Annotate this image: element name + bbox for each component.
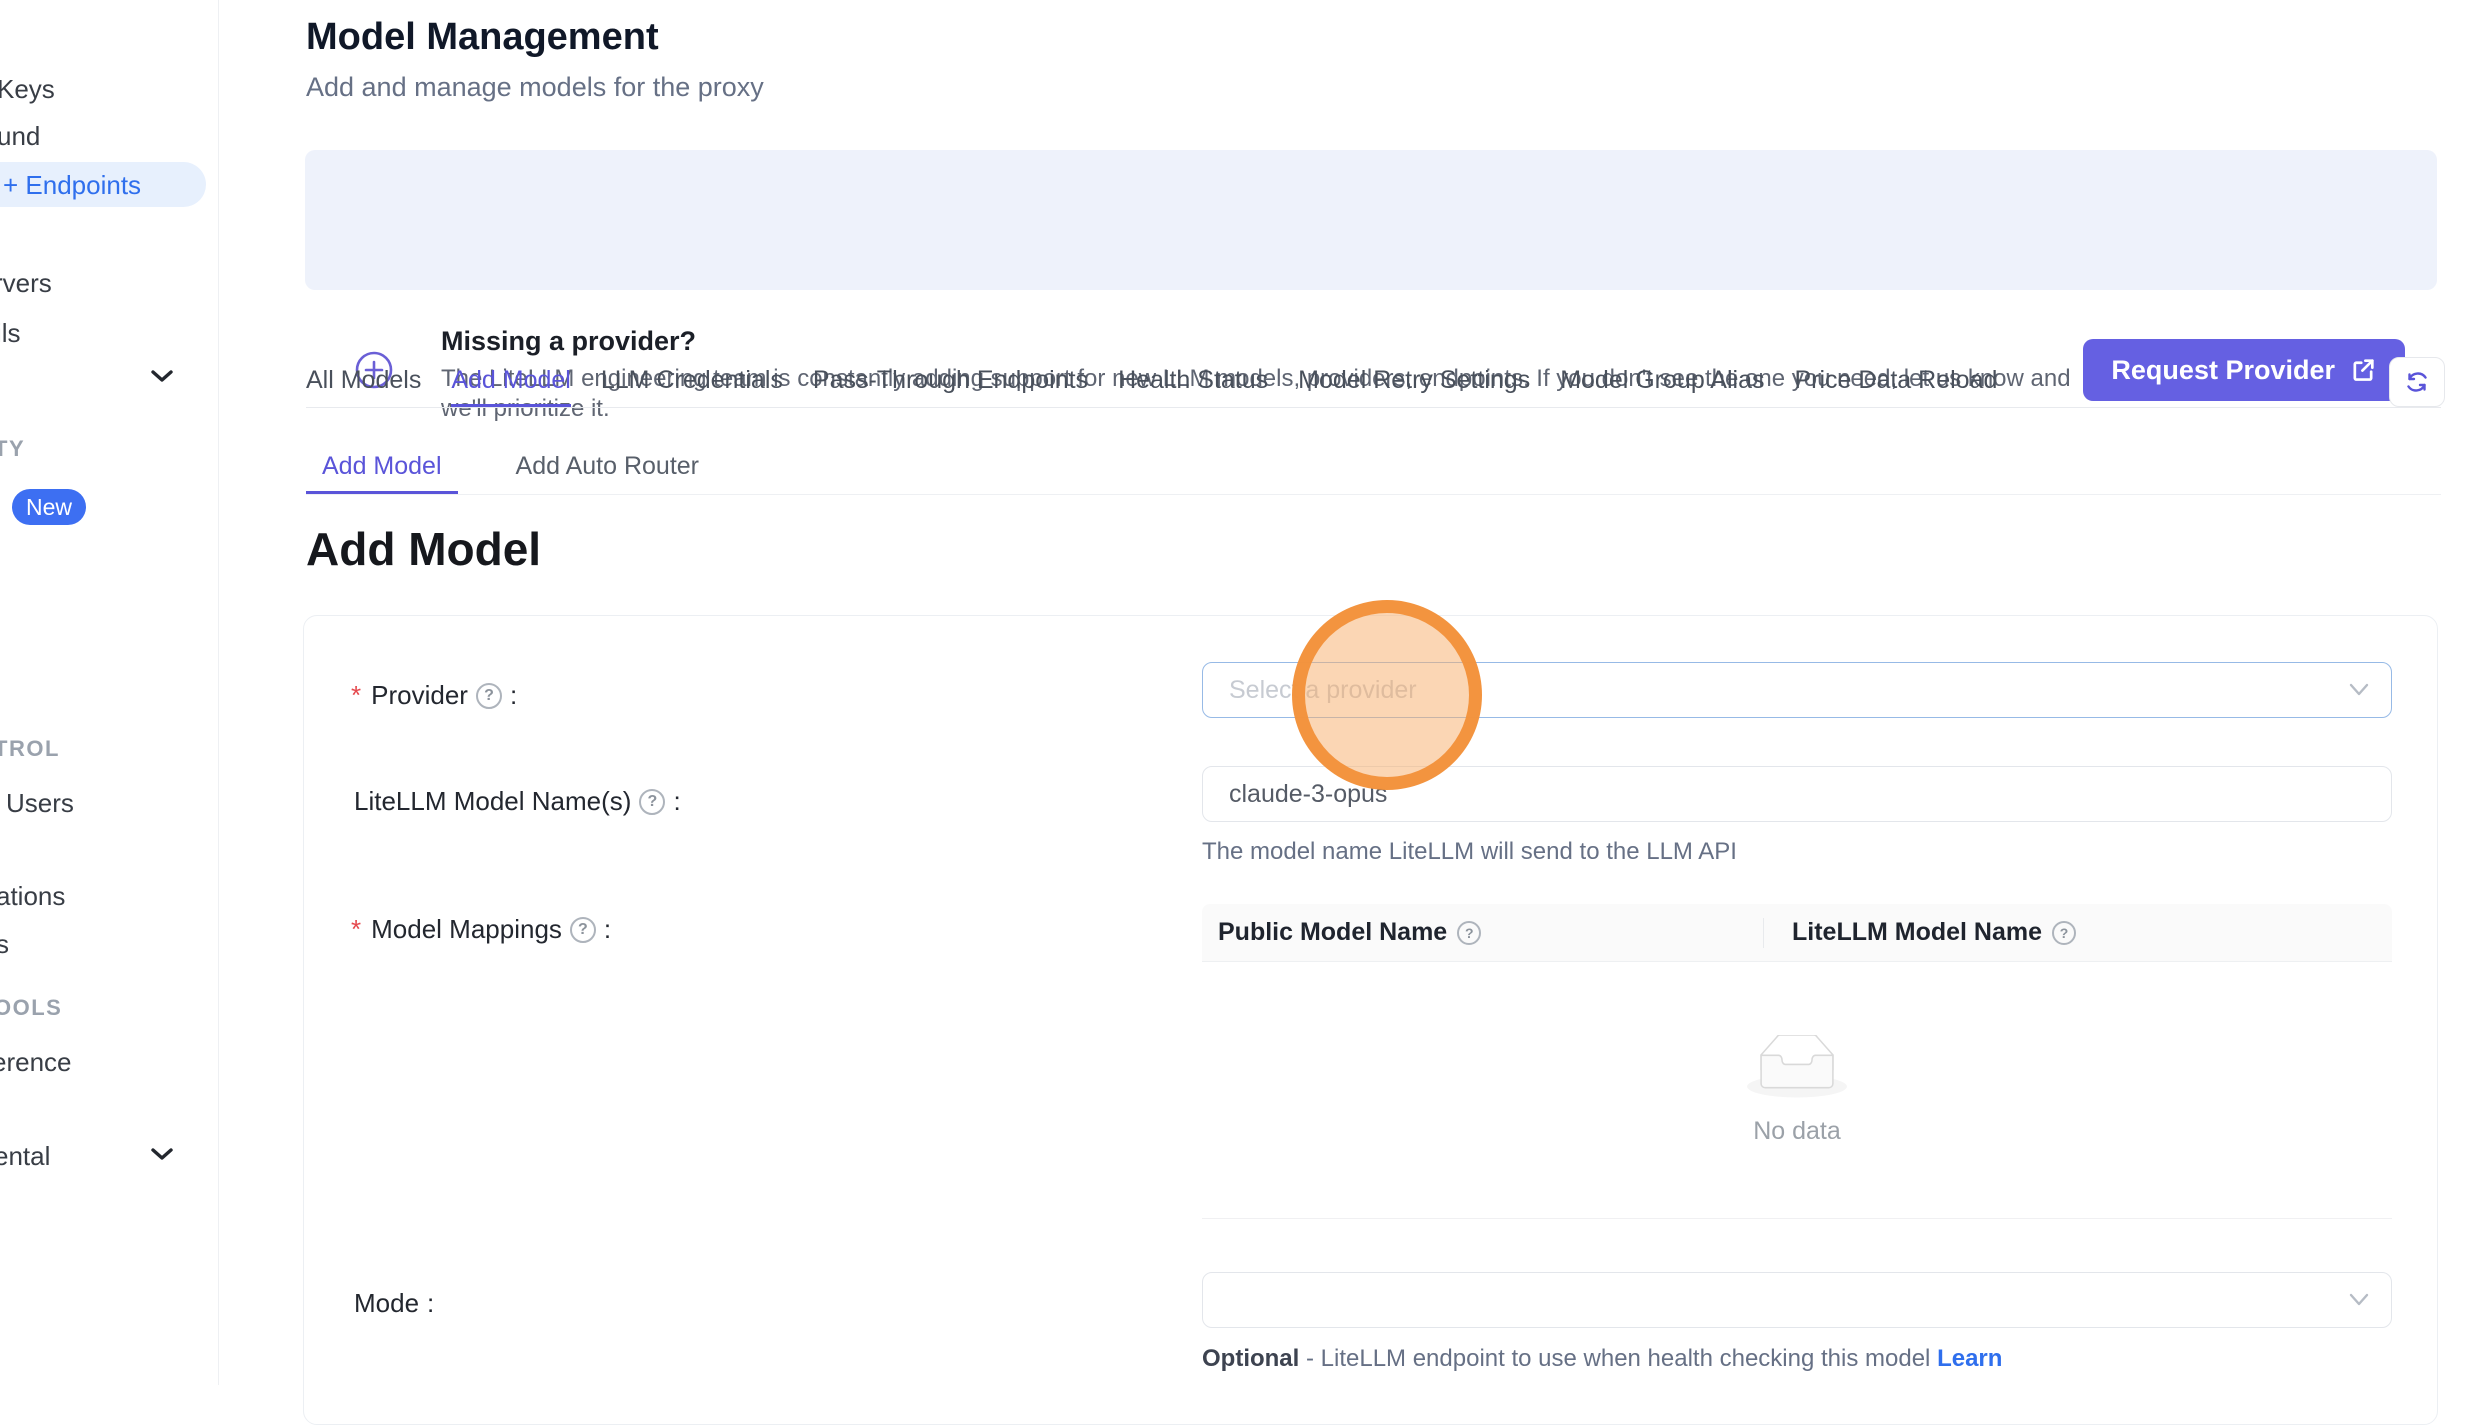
mode-help-rest: - LiteLLM endpoint to use when health ch… (1299, 1345, 1937, 1372)
mode-help-bold: Optional (1202, 1345, 1299, 1372)
sidebar-section-trol: TROL (0, 736, 60, 762)
page-subtitle: Add and manage models for the proxy (306, 72, 764, 103)
sidebar-item-s[interactable]: s (0, 929, 9, 959)
table-header: Public Model Name ? LiteLLM Model Name ? (1202, 904, 2392, 962)
chevron-down-icon[interactable] (150, 1146, 174, 1162)
help-icon[interactable]: ? (570, 917, 596, 943)
sidebar-item-keys[interactable]: Keys (0, 74, 55, 104)
help-icon[interactable]: ? (1457, 921, 1481, 945)
sidebar-item-und[interactable]: und (0, 121, 40, 151)
page-title: Model Management (306, 16, 659, 59)
mode-select[interactable] (1202, 1272, 2392, 1328)
sidebar-item-erence[interactable]: erence (0, 1047, 72, 1077)
sidebar-section-ools: OOLS (0, 995, 62, 1021)
provider-select-input[interactable] (1203, 663, 2391, 717)
main-content: Model Management Add and manage models f… (219, 0, 2477, 1385)
empty-state: No data (1202, 962, 2392, 1218)
subtab-add-auto-router[interactable]: Add Auto Router (500, 442, 715, 495)
no-data-text: No data (1753, 1117, 1841, 1146)
refresh-button[interactable] (2389, 357, 2445, 407)
mode-help: Optional - LiteLLM endpoint to use when … (1202, 1345, 2002, 1373)
column-litellm-model-name: LiteLLM Model Name ? (1763, 918, 2392, 948)
tab-model-group-alias[interactable]: Model Group Alias (1560, 355, 1764, 407)
tab-all-models[interactable]: All Models (306, 355, 421, 407)
model-name-help: The model name LiteLLM will send to the … (1202, 838, 1737, 866)
tab-health-status[interactable]: Health Status (1118, 355, 1268, 407)
tab-pass-through-endpoints[interactable]: Pass-Through Endpoints (813, 355, 1088, 407)
model-name-label: LiteLLM Model Name(s) ? : (354, 786, 681, 817)
sidebar-item-ils[interactable]: ils (0, 318, 21, 348)
chevron-down-icon (2347, 1291, 2371, 1309)
model-tabs: All Models Add Model LLM Credentials Pas… (306, 355, 2441, 408)
required-mark: * (351, 680, 361, 711)
sidebar-item-rvers[interactable]: rvers (0, 268, 52, 298)
subtab-divider (306, 494, 2441, 495)
model-name-field[interactable] (1202, 766, 2392, 822)
sidebar-section-ty: TY (0, 436, 25, 462)
column-public-model-name: Public Model Name ? (1202, 918, 1763, 947)
tab-price-data-reload[interactable]: Price Data Reload (1794, 355, 1997, 407)
required-mark: * (351, 914, 361, 945)
learn-more-link[interactable]: Learn (1937, 1345, 2002, 1372)
subtab-add-model[interactable]: Add Model (306, 442, 458, 495)
add-model-subtabs: Add Model Add Auto Router (306, 442, 715, 495)
tab-llm-credentials[interactable]: LLM Credentials (601, 355, 783, 407)
model-mappings-label: * Model Mappings ? : (351, 914, 611, 945)
sidebar-item-users[interactable]: Users (6, 788, 74, 818)
new-badge: New (12, 489, 86, 525)
chevron-down-icon[interactable] (150, 368, 174, 384)
help-icon[interactable]: ? (2052, 921, 2076, 945)
help-icon[interactable]: ? (476, 683, 502, 709)
sidebar-item-endpoints-label: + Endpoints (3, 170, 141, 201)
tab-add-model[interactable]: Add Model (451, 355, 571, 407)
provider-select[interactable] (1202, 662, 2392, 718)
mode-label: Mode : (354, 1288, 434, 1319)
model-name-input[interactable] (1203, 767, 2391, 821)
sidebar-item-ations[interactable]: ations (0, 881, 65, 911)
mode-select-input[interactable] (1203, 1273, 2391, 1327)
add-model-heading: Add Model (306, 522, 541, 576)
model-mappings-table: Public Model Name ? LiteLLM Model Name ?… (1202, 904, 2392, 1219)
missing-provider-banner: Missing a provider? The LiteLLM engineer… (305, 150, 2437, 290)
chevron-down-icon (2347, 681, 2371, 699)
refresh-icon (2404, 369, 2430, 395)
sidebar: Keys und + Endpoints rvers ils TY New TR… (0, 0, 219, 1385)
sidebar-item-endpoints[interactable]: + Endpoints (0, 162, 206, 207)
sidebar-item-ental[interactable]: ental (0, 1141, 50, 1171)
empty-inbox-icon (1747, 1035, 1847, 1099)
tab-model-retry-settings[interactable]: Model Retry Settings (1298, 355, 1530, 407)
provider-label: * Provider ? : (351, 680, 517, 711)
table-bottom-border (1202, 1218, 2392, 1219)
add-model-form-card: * Provider ? : LiteLLM Model Name(s) ? :… (303, 615, 2438, 1425)
banner-title: Missing a provider? (441, 326, 696, 357)
help-icon[interactable]: ? (639, 789, 665, 815)
